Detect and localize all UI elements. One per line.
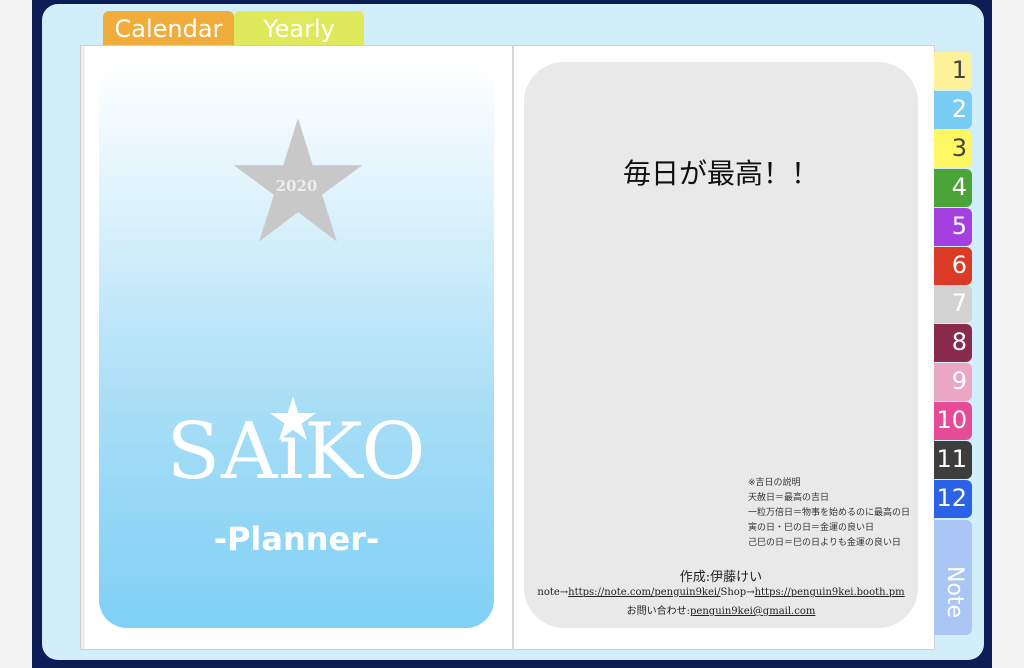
shop-link[interactable]: https://penguin9kei.booth.pm xyxy=(755,587,905,598)
note-line: 一粒万倍日＝物事を始めるのに最高の日 xyxy=(748,508,911,518)
cover-subtitle: -Planner- xyxy=(213,520,380,558)
note-line: 寅の日・巳の日＝金運の良い日 xyxy=(748,523,875,533)
contact-prefix: お問い合わせ: xyxy=(626,606,691,617)
tab-month-4[interactable]: 4 xyxy=(934,168,972,207)
tab-month-9[interactable]: 9 xyxy=(934,363,972,402)
tab-note[interactable]: Note xyxy=(934,520,972,635)
note-prefix: note→ xyxy=(537,587,569,598)
note-link[interactable]: https://note.com/penguin9kei/ xyxy=(568,587,720,598)
tab-month-8[interactable]: 8 xyxy=(934,324,972,363)
tab-month-1[interactable]: 1 xyxy=(934,52,972,90)
cover-year: 2020 xyxy=(275,177,318,195)
logo-star-icon xyxy=(269,396,317,441)
tab-month-2[interactable]: 2 xyxy=(934,90,972,129)
note-line: 己巳の日＝巳の日よりも金運の良い日 xyxy=(748,538,901,548)
book-spine xyxy=(512,45,514,650)
author: 作成:伊藤けい xyxy=(679,570,763,585)
note-line: 天赦日＝最高の吉日 xyxy=(748,493,830,503)
tab-month-10[interactable]: 10 xyxy=(934,402,972,441)
cover-page: 2020 SAiKO -Planner- xyxy=(99,62,494,628)
shop-prefix: Shop→ xyxy=(720,587,755,598)
tab-month-3[interactable]: 3 xyxy=(934,129,972,168)
headline: 毎日が最高！！ xyxy=(622,157,819,190)
info-page: 毎日が最高！！ ※吉日の説明 天赦日＝最高の吉日 一粒万倍日＝物事を始めるのに最… xyxy=(524,62,918,628)
note-line: ※吉日の説明 xyxy=(748,478,801,488)
contact-email-link[interactable]: penguin9kei@gmail.com xyxy=(690,606,815,617)
tab-month-11[interactable]: 11 xyxy=(934,441,972,479)
tab-month-7[interactable]: 7 xyxy=(934,285,972,324)
contact-line: お問い合わせ:penguin9kei@gmail.com xyxy=(524,602,918,617)
tab-month-6[interactable]: 6 xyxy=(934,246,972,285)
tab-month-5[interactable]: 5 xyxy=(934,207,972,246)
lucky-day-notes: ※吉日の説明 天赦日＝最高の吉日 一粒万倍日＝物事を始めるのに最高の日 寅の日・… xyxy=(748,476,910,551)
links-line: note→https://note.com/penguin9kei/Shop→h… xyxy=(524,587,918,598)
tab-month-12[interactable]: 12 xyxy=(934,479,972,518)
